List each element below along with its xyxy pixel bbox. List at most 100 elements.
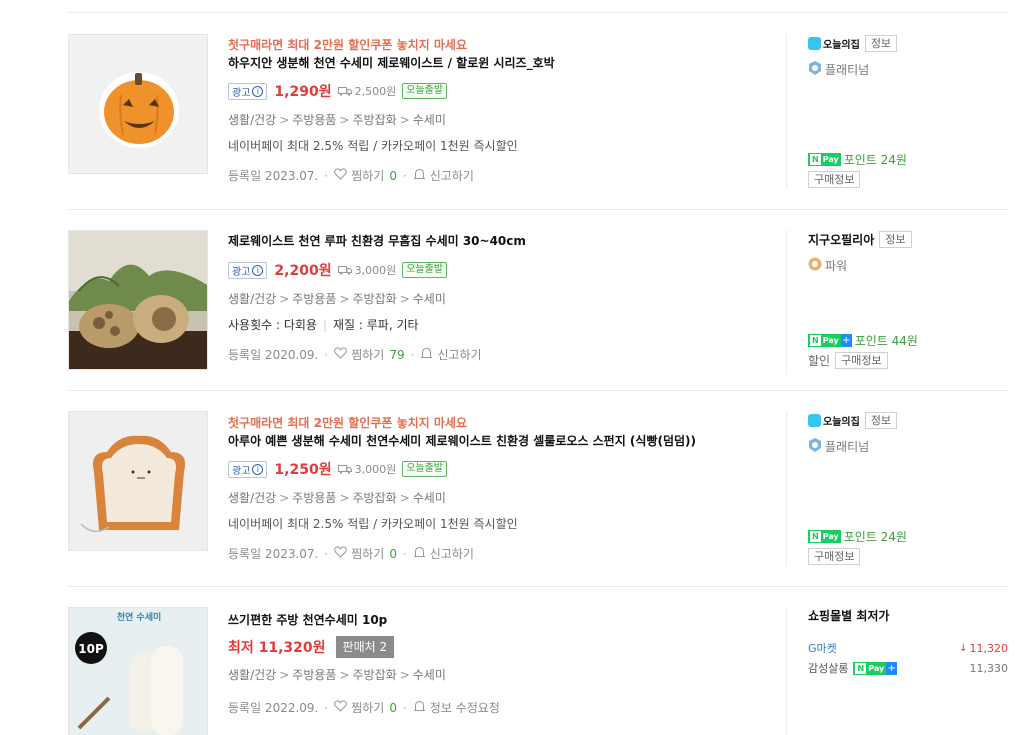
category-2[interactable]: 주방용품 [292, 491, 336, 505]
buy-info-button[interactable]: 구매정보 [835, 352, 888, 369]
mall-logo[interactable]: 오늘의집 [808, 413, 860, 428]
category-4[interactable]: 수세미 [413, 668, 446, 682]
shop-row[interactable]: 감성살롱 N Pay + 11,330 [808, 659, 1008, 677]
product-title[interactable]: 쓰기편한 주방 천연수세미 10p [228, 611, 778, 629]
npay-text: Pay [822, 336, 839, 345]
wish-label: 찜하기 [351, 348, 385, 362]
wish-button[interactable]: 찜하기 0 [334, 168, 397, 184]
mall-name[interactable]: 지구오필리아 [808, 231, 874, 248]
npay-icon: N Pay [808, 530, 841, 543]
category-path: 생활/건강 > 주방용품 > 주방잡화 > 수세미 [228, 291, 778, 307]
wish-button[interactable]: 찜하기 0 [334, 546, 397, 562]
buy-info-button[interactable]: 구매정보 [808, 171, 861, 188]
npay-n: N [855, 662, 867, 674]
category-1[interactable]: 생활/건강 [228, 491, 276, 505]
info-icon: i [252, 85, 264, 97]
npay-n: N [810, 335, 821, 346]
product-thumbnail[interactable]: 천연 수세미 10P [68, 607, 208, 735]
sponge-pack-image: 천연 수세미 10P [69, 608, 207, 735]
plus-icon: + [886, 661, 898, 675]
bread-sponge-image [80, 435, 186, 533]
product-title[interactable]: 제로웨이스트 천연 루파 친환경 무흠집 수세미 30~40cm [228, 232, 778, 250]
category-4[interactable]: 수세미 [413, 491, 446, 505]
mall-logo-text: 오늘의집 [823, 416, 860, 428]
attr-sep: | [322, 318, 327, 332]
grade-label: 플래티넘 [825, 439, 870, 454]
category-1[interactable]: 생활/건강 [228, 292, 276, 306]
category-3[interactable]: 주방잡화 [353, 668, 397, 682]
seller-count-button[interactable]: 판매처 2 [335, 636, 395, 658]
category-sep: > [399, 113, 410, 127]
product-price[interactable]: 2,200원 [274, 260, 331, 280]
img-badge: 10P [78, 642, 104, 656]
ad-badge[interactable]: 광고 i [228, 460, 268, 478]
wish-count: 79 [389, 348, 405, 362]
dot-sep: · [402, 547, 407, 561]
shipping-fee: 3,000원 [337, 461, 396, 477]
category-1[interactable]: 생활/건강 [228, 113, 276, 127]
product-price[interactable]: 1,290원 [274, 81, 331, 101]
dot-sep: · [324, 547, 329, 561]
seller-grade: 파워 [808, 256, 1008, 274]
category-3[interactable]: 주방잡화 [353, 292, 397, 306]
edit-request-button[interactable]: 정보 수정요청 [413, 700, 500, 716]
dot-sep: · [402, 701, 407, 715]
shop-name[interactable]: 감성살롱 [808, 660, 848, 676]
seller-info-button[interactable]: 정보 [864, 411, 898, 429]
category-2[interactable]: 주방용품 [292, 292, 336, 306]
shipping-value: 2,500원 [354, 85, 397, 98]
down-arrow-icon: ↓ [959, 642, 968, 654]
discount-label: 할인 [808, 354, 831, 368]
product-desc: 네이버페이 최대 2.5% 적립 / 카카오페이 1천원 즉시할인 [228, 517, 518, 531]
shop-name-wrap: 감성살롱 N Pay + [808, 660, 900, 676]
promo-text[interactable]: 첫구매라면 최대 2만원 할인쿠폰 놓치지 마세요 [228, 414, 778, 432]
truck-icon [337, 86, 352, 96]
category-4[interactable]: 수세미 [413, 292, 446, 306]
wish-button[interactable]: 찜하기 0 [334, 700, 397, 716]
house-icon [808, 36, 821, 50]
wish-label: 찜하기 [351, 701, 385, 715]
today-ship-badge: 오늘출발 [402, 83, 448, 99]
product-thumbnail[interactable] [68, 411, 208, 551]
mall-logo-text: 오늘의집 [823, 39, 860, 51]
product-title[interactable]: 아루아 예쁜 생분해 수세미 천연수세미 제로웨이스트 친환경 셀룰로오스 스펀… [228, 432, 778, 450]
seller-info-button[interactable]: 정보 [879, 230, 912, 248]
pumpkin-image [99, 72, 179, 148]
shop-row[interactable]: G마켓 ↓ 11,320 [808, 639, 1008, 657]
mall-logo[interactable]: 오늘의집 [808, 36, 860, 51]
lowest-price[interactable]: 최저 11,320원 [228, 637, 326, 657]
category-2[interactable]: 주방용품 [292, 668, 336, 682]
category-4[interactable]: 수세미 [413, 113, 446, 127]
product-thumbnail[interactable] [68, 34, 208, 174]
wish-count: 0 [389, 547, 397, 561]
category-1[interactable]: 생활/건강 [228, 668, 276, 682]
seller-grade: 플래티넘 [808, 437, 1008, 455]
product-thumbnail[interactable] [68, 230, 208, 370]
heart-icon [334, 700, 348, 716]
product-price[interactable]: 1,250원 [274, 459, 331, 479]
ad-badge[interactable]: 광고 i [228, 261, 268, 279]
category-2[interactable]: 주방용품 [292, 113, 336, 127]
category-3[interactable]: 주방잡화 [353, 491, 397, 505]
ad-badge[interactable]: 광고 i [228, 82, 268, 100]
info-icon: i [252, 463, 264, 475]
wish-button[interactable]: 찜하기 79 [334, 347, 405, 363]
report-button[interactable]: 신고하기 [413, 546, 474, 562]
dot-sep: · [410, 348, 415, 362]
seller-info-button[interactable]: 정보 [864, 34, 898, 52]
shop-name[interactable]: G마켓 [808, 640, 837, 656]
reg-date: 등록일 2022.09. [228, 701, 319, 715]
report-button[interactable]: 신고하기 [420, 347, 482, 363]
promo-text[interactable]: 첫구매라면 최대 2만원 할인쿠폰 놓치지 마세요 [228, 36, 778, 54]
category-path: 생활/건강 > 주방용품 > 주방잡화 > 수세미 [228, 112, 778, 128]
report-label: 신고하기 [437, 348, 482, 362]
npay-n: N [810, 531, 821, 542]
siren-icon [413, 546, 426, 562]
category-3[interactable]: 주방잡화 [353, 113, 397, 127]
buy-info-button[interactable]: 구매정보 [808, 548, 861, 565]
product-title[interactable]: 하우지안 생분해 천연 수세미 제로웨이스트 / 할로윈 시리즈_호박 [228, 54, 778, 72]
product-meta: 등록일 2023.07. · 찜하기 0 · 신고하기 [228, 546, 778, 562]
product-attributes: 사용횟수 : 다회용 | 재질 : 루파, 기타 [228, 317, 778, 333]
category-sep: > [339, 668, 350, 682]
report-button[interactable]: 신고하기 [413, 168, 474, 184]
